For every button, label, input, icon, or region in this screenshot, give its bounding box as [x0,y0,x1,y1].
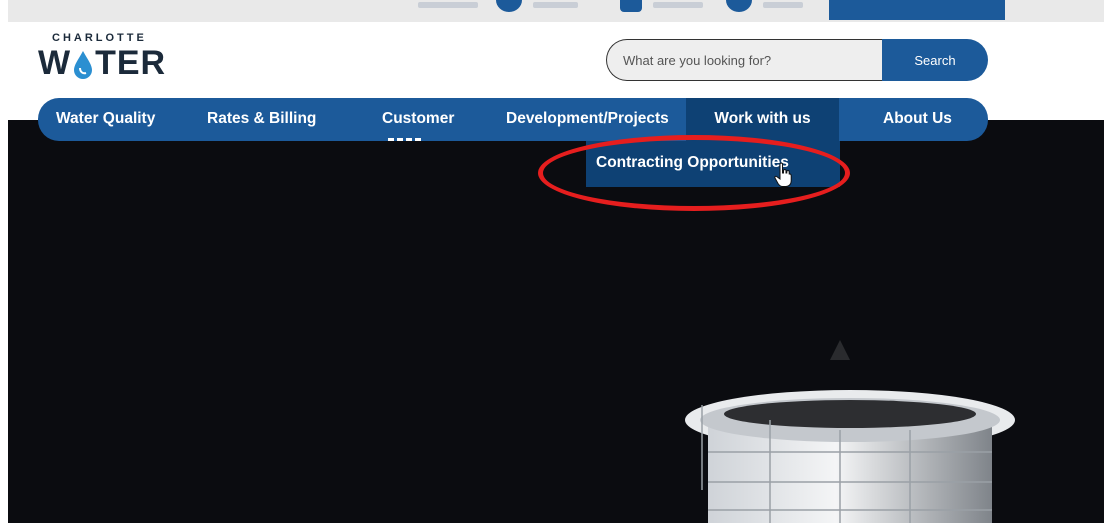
logo-word-start: W [38,44,72,82]
nav-item-water-quality[interactable]: Water Quality [56,98,155,141]
utility-link[interactable] [533,2,578,8]
water-drop-icon [74,50,93,79]
utility-link[interactable] [653,2,703,8]
utility-icon[interactable] [496,0,522,12]
account-button[interactable] [829,0,1005,20]
logo-wordmark: W TER [38,44,166,83]
utility-link[interactable] [418,2,478,8]
main-nav: Water Quality Rates & Billing Customer D… [38,98,988,141]
nav-item-development-projects[interactable]: Development/Projects [506,98,669,141]
search-input[interactable] [606,39,884,81]
highlight-annotation [538,135,850,211]
logo-top-line: CHARLOTTE [52,32,147,44]
nav-item-about-us[interactable]: About Us [883,98,952,141]
search-button[interactable]: Search [882,39,988,81]
utility-icon[interactable] [726,0,752,12]
page: CHARLOTTE W TER Search [0,0,1104,523]
nav-label-overflow [388,138,428,141]
utility-icon[interactable] [620,0,642,12]
utility-link[interactable] [763,2,803,8]
hand-pointer-cursor-icon [774,162,792,187]
logo-word-end: TER [95,44,167,82]
nav-item-customer[interactable]: Customer [382,98,454,141]
water-tower-image [685,340,1015,523]
utility-bar [8,0,1104,22]
nav-item-rates-billing[interactable]: Rates & Billing [207,98,316,141]
search-form: Search [606,39,988,81]
site-logo[interactable]: CHARLOTTE W TER [38,30,178,86]
